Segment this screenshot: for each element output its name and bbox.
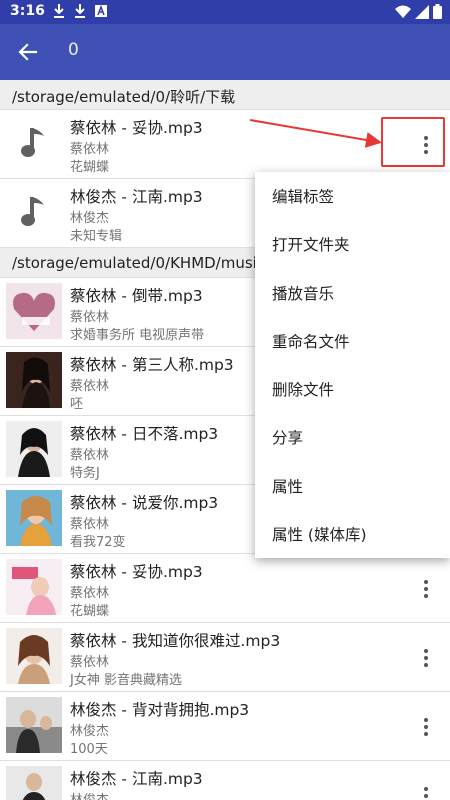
music-note-icon: [12, 120, 58, 166]
status-icons: [395, 4, 442, 19]
list-item[interactable]: 林俊杰 - 背对背拥抱.mp3 林俊杰 100天: [0, 692, 450, 761]
song-artist: 蔡依林: [70, 310, 110, 325]
list-item[interactable]: 林俊杰 - 江南.mp3 林俊杰: [0, 761, 450, 800]
more-options-icon[interactable]: [412, 574, 440, 604]
arrow-back-icon: [18, 43, 38, 61]
song-artist: 蔡依林: [70, 517, 110, 532]
song-title: 蔡依林 - 我知道你很难过.mp3: [70, 632, 281, 650]
song-artist: 林俊杰: [70, 789, 109, 800]
album-art: [6, 766, 62, 800]
album-art: [6, 559, 62, 615]
battery-icon: [433, 4, 442, 19]
song-artist: 蔡依林: [70, 142, 110, 157]
album-art: [6, 628, 62, 684]
status-time: 3:16: [10, 3, 45, 19]
menu-rename-file[interactable]: 重命名文件: [255, 317, 450, 365]
status-bar: 3:16: [0, 0, 450, 24]
app-notification-icon: [95, 4, 107, 17]
song-artist: 林俊杰: [70, 724, 110, 739]
list-item[interactable]: 蔡依林 - 我知道你很难过.mp3 蔡依林 J女神 影音典藏精选: [0, 623, 450, 692]
wifi-icon: [395, 5, 411, 18]
album-art: [6, 490, 62, 546]
song-artist: 蔡依林: [70, 379, 110, 394]
song-album: J女神 影音典藏精选: [70, 673, 182, 688]
context-menu: 编辑标签 打开文件夹 播放音乐 重命名文件 删除文件 分享 属性 属性 (媒体库…: [255, 172, 450, 558]
song-album: 呸: [70, 397, 84, 412]
list-item[interactable]: 蔡依林 - 妥协.mp3 蔡依林 花蝴蝶: [0, 554, 450, 623]
annotation-highlight: [381, 117, 445, 167]
song-title: 蔡依林 - 第三人称.mp3: [70, 356, 234, 374]
song-title: 蔡依林 - 说爱你.mp3: [70, 494, 219, 512]
download-icon: [54, 4, 64, 18]
download-icon: [75, 4, 85, 18]
album-art: [6, 697, 62, 753]
app-bar: 0: [0, 24, 450, 80]
signal-icon: [415, 4, 429, 19]
menu-media-properties[interactable]: 属性 (媒体库): [255, 510, 450, 558]
song-title: 蔡依林 - 倒带.mp3: [70, 287, 203, 305]
menu-open-folder[interactable]: 打开文件夹: [255, 220, 450, 268]
song-album: 特务J: [70, 466, 100, 481]
song-title: 林俊杰 - 背对背拥抱.mp3: [70, 701, 250, 719]
song-title: 林俊杰 - 江南.mp3: [70, 188, 203, 206]
song-artist: 蔡依林: [70, 586, 110, 601]
menu-properties[interactable]: 属性: [255, 462, 450, 510]
music-note-icon: [12, 189, 58, 235]
album-art: [6, 283, 62, 339]
album-art: [6, 421, 62, 477]
screen: 3:16 0 /storage/emulated/0/聆听/下载 蔡依林 - 妥…: [0, 0, 450, 800]
song-album: 花蝴蝶: [70, 160, 110, 175]
menu-share[interactable]: 分享: [255, 413, 450, 461]
song-artist: 林俊杰: [70, 211, 110, 226]
song-title: 林俊杰 - 江南.mp3: [70, 770, 203, 788]
song-album: 花蝴蝶: [70, 604, 110, 619]
song-artist: 蔡依林: [70, 655, 110, 670]
song-album: 未知专辑: [70, 229, 123, 244]
song-artist: 蔡依林: [70, 448, 110, 463]
more-options-icon[interactable]: [412, 643, 440, 673]
back-button[interactable]: [8, 32, 48, 72]
song-album: 看我72变: [70, 535, 126, 550]
song-title: 蔡依林 - 妥协.mp3: [70, 563, 203, 581]
menu-edit-tags[interactable]: 编辑标签: [255, 172, 450, 220]
song-title: 蔡依林 - 妥协.mp3: [70, 119, 203, 137]
more-options-icon[interactable]: [412, 781, 440, 800]
song-album: 求婚事务所 电视原声带: [70, 328, 205, 343]
song-title: 蔡依林 - 日不落.mp3: [70, 425, 219, 443]
album-art: [6, 352, 62, 408]
folder-header: /storage/emulated/0/聆听/下载: [0, 80, 450, 110]
more-options-icon[interactable]: [412, 712, 440, 742]
menu-play-music[interactable]: 播放音乐: [255, 269, 450, 317]
song-album: 100天: [70, 742, 108, 757]
app-title: 0: [68, 40, 79, 60]
menu-delete-file[interactable]: 删除文件: [255, 365, 450, 413]
